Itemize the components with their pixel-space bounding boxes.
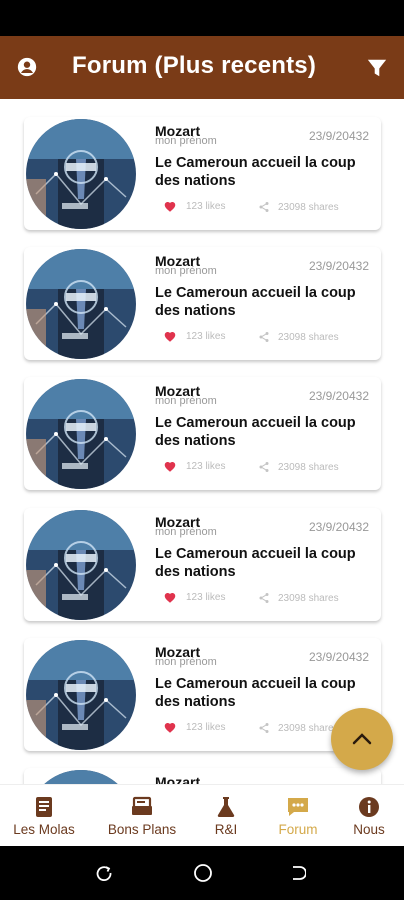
post-thumbnail [26, 249, 136, 359]
chat-icon [288, 797, 308, 816]
heart-icon[interactable] [164, 201, 176, 212]
bottom-navigation: Les Molas Bons Plans R&I Forum Nous [0, 784, 404, 846]
post-date: 23/9/20432 [308, 129, 369, 143]
shares-group[interactable]: 23098 shares [258, 331, 339, 343]
likes-group[interactable]: 123 likes [164, 592, 225, 603]
post-card[interactable]: Mozart mon prénom 23/9/20432 Le Cameroun… [24, 377, 381, 490]
post-headline: Le Cameroun accueil la coup des nations [155, 155, 356, 189]
nav-label-les-molas: Les Molas [13, 821, 75, 837]
nav-label-nous: Nous [353, 821, 385, 837]
post-author-subtitle: mon prénom [155, 265, 217, 277]
shares-count: 23098 shares [278, 331, 339, 343]
post-headline: Le Cameroun accueil la coup des nations [155, 285, 356, 319]
post-date: 23/9/20432 [308, 520, 369, 534]
account-circle-icon[interactable] [16, 56, 38, 78]
nav-item-bons-plans[interactable]: Bons Plans [100, 785, 184, 847]
likes-count: 123 likes [186, 331, 226, 342]
shares-group[interactable]: 23098 shares [258, 592, 339, 604]
nav-item-nous[interactable]: Nous [340, 785, 398, 847]
shares-group[interactable]: 23098 shares [258, 201, 339, 213]
post-date: 23/9/20432 [308, 650, 369, 664]
flask-icon [217, 796, 235, 817]
likes-group[interactable]: 123 likes [164, 461, 225, 472]
likes-group[interactable]: 123 likes [164, 331, 225, 342]
nav-label-forum: Forum [278, 821, 318, 837]
app-bar: Forum (Plus recents) [0, 36, 404, 99]
forum-list[interactable]: Mozart mon prénom 23/9/20432 Le Cameroun… [0, 99, 404, 784]
info-icon [359, 796, 379, 817]
post-card[interactable]: Mozart mon prénom 23/9/20432 Le Cameroun… [24, 247, 381, 360]
post-card[interactable]: Mozart mon prénom 23/9/20432 Le Cameroun… [24, 638, 381, 751]
likes-count: 123 likes [186, 201, 226, 212]
shares-count: 23098 shares [278, 201, 339, 213]
post-thumbnail [26, 770, 136, 784]
post-card[interactable]: Mozart [24, 768, 381, 784]
home-icon[interactable] [193, 863, 213, 883]
post-card[interactable]: Mozart mon prénom 23/9/20432 Le Cameroun… [24, 117, 381, 230]
heart-icon[interactable] [164, 722, 176, 733]
heart-icon[interactable] [164, 592, 176, 603]
likes-count: 123 likes [186, 722, 226, 733]
post-date: 23/9/20432 [308, 389, 369, 403]
tag-icon [132, 796, 152, 815]
post-thumbnail [26, 379, 136, 489]
post-author-subtitle: mon prénom [155, 526, 217, 538]
post-author-subtitle: mon prénom [155, 135, 217, 147]
share-icon[interactable] [258, 592, 270, 604]
shares-group[interactable]: 23098 shares [258, 722, 339, 734]
post-thumbnail [26, 640, 136, 750]
likes-count: 123 likes [186, 461, 226, 472]
chevron-up-icon [352, 733, 372, 745]
heart-icon[interactable] [164, 331, 176, 342]
post-author-subtitle: mon prénom [155, 395, 217, 407]
nav-label-bons-plans: Bons Plans [107, 821, 177, 837]
nav-label-r-and-i: R&I [214, 821, 238, 837]
share-icon[interactable] [258, 461, 270, 473]
post-headline: Le Cameroun accueil la coup des nations [155, 676, 356, 710]
back-icon[interactable] [290, 864, 306, 882]
likes-count: 123 likes [186, 592, 226, 603]
nav-item-forum[interactable]: Forum [268, 785, 328, 847]
post-thumbnail [26, 119, 136, 229]
post-thumbnail [26, 510, 136, 620]
nav-item-r-and-i[interactable]: R&I [196, 785, 256, 847]
shares-count: 23098 shares [278, 722, 339, 734]
post-card[interactable]: Mozart mon prénom 23/9/20432 Le Cameroun… [24, 508, 381, 621]
post-headline: Le Cameroun accueil la coup des nations [155, 546, 356, 580]
post-headline: Le Cameroun accueil la coup des nations [155, 415, 356, 449]
status-bar [0, 0, 404, 36]
nav-item-les-molas[interactable]: Les Molas [4, 785, 84, 847]
system-navigation-bar [0, 846, 404, 900]
book-icon [36, 796, 52, 817]
share-icon[interactable] [258, 722, 270, 734]
scroll-to-top-button[interactable] [331, 708, 393, 770]
likes-group[interactable]: 123 likes [164, 201, 225, 212]
shares-count: 23098 shares [278, 461, 339, 473]
shares-group[interactable]: 23098 shares [258, 461, 339, 473]
recent-apps-icon[interactable] [95, 864, 113, 882]
post-date: 23/9/20432 [308, 259, 369, 273]
likes-group[interactable]: 123 likes [164, 722, 225, 733]
post-author-subtitle: mon prénom [155, 656, 217, 668]
page-title: Forum (Plus recents) [72, 52, 317, 79]
shares-count: 23098 shares [278, 592, 339, 604]
share-icon[interactable] [258, 331, 270, 343]
heart-icon[interactable] [164, 461, 176, 472]
post-author: Mozart [155, 774, 201, 784]
share-icon[interactable] [258, 201, 270, 213]
filter-icon[interactable] [366, 57, 388, 79]
